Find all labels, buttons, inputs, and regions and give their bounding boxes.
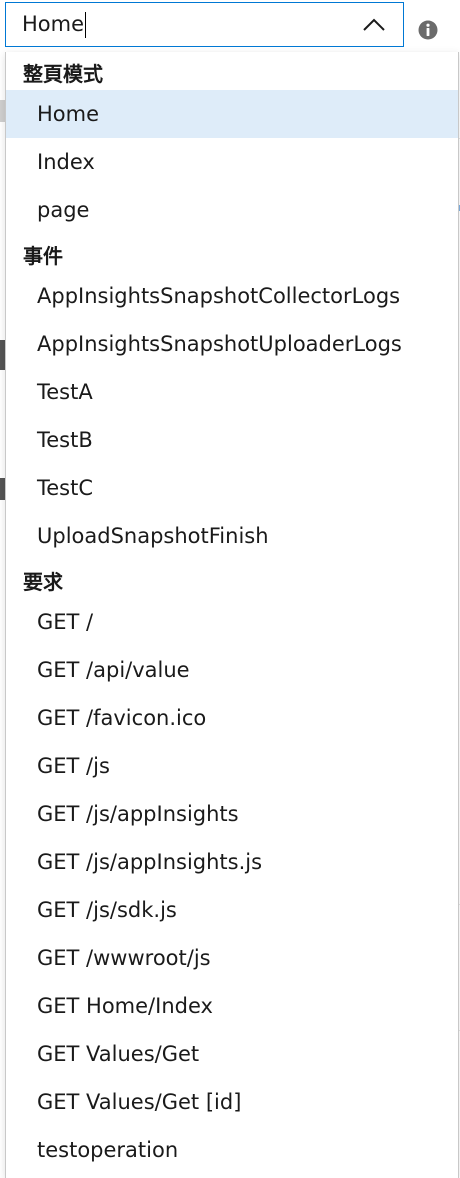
list-item[interactable]: GET /js/sdk.js bbox=[6, 886, 458, 934]
combobox-value: Home bbox=[22, 11, 85, 36]
list-item[interactable]: GET /js/appInsights.js bbox=[6, 838, 458, 886]
list-item[interactable]: TestA bbox=[6, 368, 458, 416]
group-header-events: 事件 bbox=[23, 244, 63, 268]
list-item[interactable]: TestC bbox=[6, 464, 458, 512]
list-item[interactable]: page bbox=[6, 186, 458, 234]
list-item[interactable]: UploadSnapshotFinish bbox=[6, 512, 458, 560]
list-item[interactable]: GET /favicon.ico bbox=[6, 694, 458, 742]
list-item[interactable]: GET Values/Get bbox=[6, 1030, 458, 1078]
list-item[interactable]: GET /js bbox=[6, 742, 458, 790]
list-item[interactable]: GET /js/appInsights bbox=[6, 790, 458, 838]
dropdown-list: 整頁模式 Home Index page 事件 AppInsightsSnaps… bbox=[5, 52, 459, 1178]
text-caret bbox=[85, 11, 87, 38]
group-header-requests: 要求 bbox=[23, 570, 63, 594]
chevron-up-icon[interactable] bbox=[359, 10, 389, 40]
list-item[interactable]: testoperation bbox=[6, 1126, 458, 1174]
list-item[interactable]: AppInsightsSnapshotCollectorLogs bbox=[6, 272, 458, 320]
combobox-input[interactable]: Home bbox=[6, 11, 359, 38]
list-item[interactable]: Home bbox=[6, 90, 458, 138]
list-item[interactable]: AppInsightsSnapshotUploaderLogs bbox=[6, 320, 458, 368]
page: Home 整頁模式 Home Index page 事件 AppInsights… bbox=[0, 0, 460, 1178]
list-item[interactable]: GET Home/Index bbox=[6, 982, 458, 1030]
group-header-page-views: 整頁模式 bbox=[23, 62, 103, 86]
list-item[interactable]: GET Values/Get [id] bbox=[6, 1078, 458, 1126]
info-icon[interactable] bbox=[418, 20, 438, 40]
page-filter-combobox[interactable]: Home bbox=[5, 2, 404, 47]
list-item[interactable]: GET /api/value bbox=[6, 646, 458, 694]
list-item[interactable]: GET / bbox=[6, 598, 458, 646]
list-item[interactable]: Index bbox=[6, 138, 458, 186]
list-item[interactable]: GET /wwwroot/js bbox=[6, 934, 458, 982]
list-item[interactable]: TestB bbox=[6, 416, 458, 464]
